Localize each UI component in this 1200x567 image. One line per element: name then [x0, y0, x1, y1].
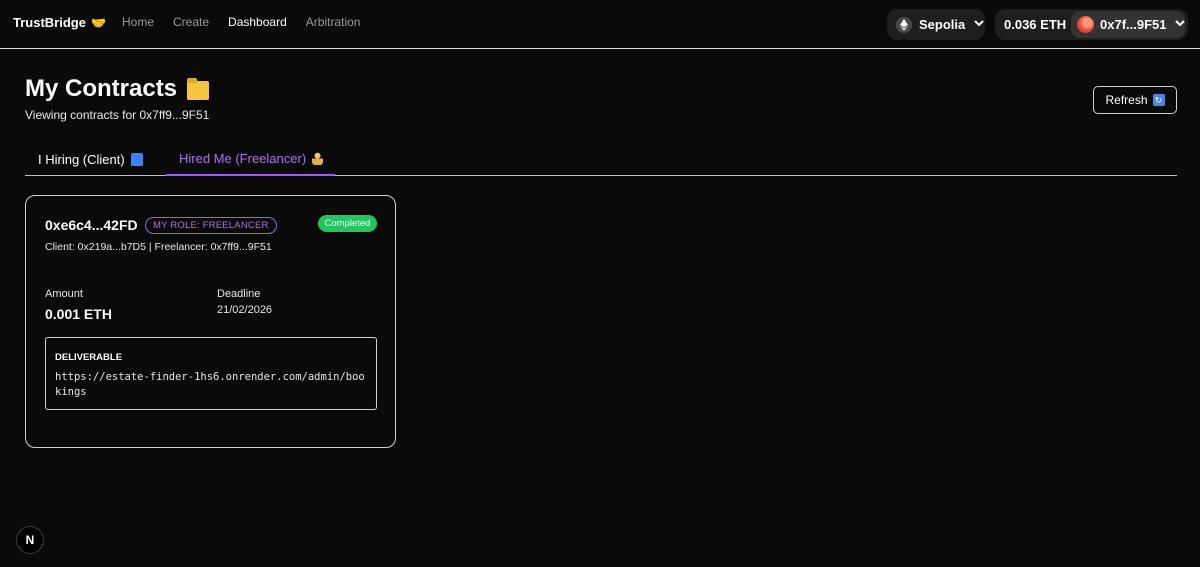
nav-link-home[interactable]: Home [122, 15, 154, 29]
account-avatar [1077, 16, 1094, 33]
deliverable-box: DELIVERABLE https://estate-finder-1hs6.o… [45, 337, 377, 410]
network-name: Sepolia [919, 17, 966, 32]
brand-name: TrustBridge [13, 15, 86, 30]
tab-client-label: I Hiring (Client) [38, 152, 125, 167]
nav-links: Home Create Dashboard Arbitration [122, 15, 360, 29]
amount-value: 0.001 ETH [45, 306, 112, 322]
deadline-label: Deadline [217, 288, 261, 300]
contract-parties: Client: 0x219a...b7D5 | Freelancer: 0x7f… [45, 241, 272, 253]
tab-freelancer[interactable]: Hired Me (Freelancer) [166, 143, 335, 176]
page-title-text: My Contracts [25, 75, 178, 102]
account-button[interactable]: 0.036 ETH 0x7f...9F51 [995, 9, 1188, 40]
tab-client[interactable]: I Hiring (Client) [38, 143, 143, 176]
network-selector-button[interactable]: Sepolia [887, 9, 985, 40]
refresh-button[interactable]: Refresh ↻ [1093, 86, 1177, 114]
nav-link-dashboard[interactable]: Dashboard [228, 15, 287, 29]
account-address-pill[interactable]: 0x7f...9F51 [1071, 11, 1185, 38]
wallet-balance: 0.036 ETH [1004, 17, 1067, 32]
contract-card[interactable]: 0xe6c4...42FD MY ROLE: FREELANCER Comple… [25, 195, 396, 448]
status-badge: Completed [318, 215, 377, 232]
briefcase-icon [130, 153, 143, 166]
amount-label: Amount [45, 288, 83, 300]
tab-freelancer-label: Hired Me (Freelancer) [179, 151, 307, 166]
person-icon [312, 152, 324, 165]
deliverable-label: DELIVERABLE [55, 352, 123, 363]
page-subtitle: Viewing contracts for 0x7ff9...9F51 [25, 108, 210, 122]
nav-link-arbitration[interactable]: Arbitration [306, 15, 361, 29]
chevron-down-icon [974, 19, 984, 30]
account-address: 0x7f...9F51 [1100, 17, 1167, 32]
top-nav: TrustBridge 🤝 Home Create Dashboard Arbi… [0, 0, 1200, 49]
contract-id: 0xe6c4...42FD [45, 217, 138, 233]
contract-tabs: I Hiring (Client) Hired Me (Freelancer) [25, 143, 1177, 176]
deliverable-link[interactable]: https://estate-finder-1hs6.onrender.com/… [55, 370, 371, 400]
nav-link-create[interactable]: Create [173, 15, 209, 29]
role-badge: MY ROLE: FREELANCER [145, 217, 277, 234]
ethereum-icon [896, 16, 912, 33]
refresh-icon: ↻ [1152, 94, 1165, 106]
brand-logo[interactable]: TrustBridge 🤝 [13, 15, 106, 30]
handshake-icon: 🤝 [90, 15, 106, 30]
page-title: My Contracts [25, 75, 210, 103]
deadline-value: 21/02/2026 [217, 304, 273, 316]
nextjs-logo-icon: N [25, 533, 35, 547]
refresh-label: Refresh [1105, 93, 1148, 107]
folder-icon [187, 77, 210, 100]
chevron-down-icon [1174, 19, 1185, 30]
nextjs-dev-indicator-button[interactable]: N [16, 526, 44, 554]
